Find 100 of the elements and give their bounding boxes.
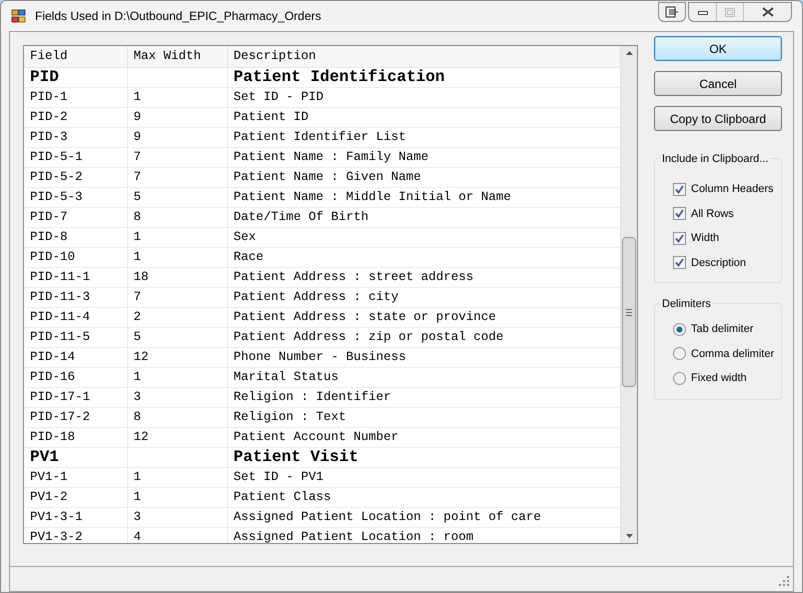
table-cell: PID-16: [24, 367, 127, 387]
table-cell: 3: [127, 387, 227, 407]
table-cell: 9: [127, 107, 227, 127]
table-cell: Patient Address : city: [227, 287, 620, 307]
table-cell: 4: [127, 527, 227, 543]
table-cell: Patient Name : Family Name: [227, 147, 620, 167]
table-cell: Assigned Patient Location : point of care: [227, 507, 620, 527]
table-cell: Patient Address : zip or postal code: [227, 327, 620, 347]
column-header[interactable]: Field: [24, 46, 127, 67]
table-cell: 1: [127, 227, 227, 247]
table-cell: 3: [127, 507, 227, 527]
table-cell: Set ID - PV1: [227, 467, 620, 487]
table-cell: Race: [227, 247, 620, 267]
table-cell: PID-5-2: [24, 167, 127, 187]
checkbox-label[interactable]: Description: [691, 254, 746, 271]
radio-button[interactable]: [673, 372, 686, 385]
table-cell: Set ID - PID: [227, 87, 620, 107]
group-heading-cell: PID: [24, 67, 127, 87]
dialog-button[interactable]: OK: [654, 36, 782, 61]
table-cell: PID-2: [24, 107, 127, 127]
group-title: Include in Clipboard...: [660, 151, 770, 168]
table-cell: PID-17-1: [24, 387, 127, 407]
table-cell: 18: [127, 267, 227, 287]
table-cell: PID-10: [24, 247, 127, 267]
minimize-icon: [698, 9, 708, 15]
scroll-up-icon[interactable]: [626, 51, 632, 55]
column-header[interactable]: Description: [227, 46, 620, 67]
table-cell: Sex: [227, 227, 620, 247]
document-icon: [665, 6, 679, 18]
checkbox[interactable]: [673, 232, 686, 245]
close-icon: [762, 7, 774, 17]
checkbox[interactable]: [673, 207, 686, 220]
radio-label[interactable]: Comma delimiter: [691, 346, 774, 362]
table-cell: 5: [127, 327, 227, 347]
table-cell: 12: [127, 427, 227, 447]
radio-button[interactable]: [673, 347, 686, 360]
table-cell: 7: [127, 287, 227, 307]
table-cell: PV1-3-1: [24, 507, 127, 527]
table-cell: PV1-3-2: [24, 527, 127, 543]
table-cell: PID-18: [24, 427, 127, 447]
table-cell: 1: [127, 467, 227, 487]
table-cell: PID-11-4: [24, 307, 127, 327]
table-cell: Patient ID: [227, 107, 620, 127]
scroll-down-icon[interactable]: [626, 534, 632, 538]
radio-label[interactable]: Fixed width: [691, 370, 747, 386]
context-help-button[interactable]: [658, 2, 686, 22]
table-cell: PID-7: [24, 207, 127, 227]
table-cell: Patient Identifier List: [227, 127, 620, 147]
checkbox-label[interactable]: All Rows: [691, 206, 734, 222]
table-cell: PID-11-1: [24, 267, 127, 287]
table-cell: 8: [127, 407, 227, 427]
table-cell: PID-5-1: [24, 147, 127, 167]
radio-label[interactable]: Tab delimiter: [691, 321, 754, 338]
table-cell: PID-17-2: [24, 407, 127, 427]
table-cell: 5: [127, 187, 227, 207]
table-cell: 7: [127, 167, 227, 187]
checkbox[interactable]: [673, 182, 686, 196]
dialog-button[interactable]: Copy to Clipboard: [654, 106, 782, 131]
table-cell: 8: [127, 207, 227, 227]
table-cell: Patient Name : Given Name: [227, 167, 620, 187]
table-cell: 7: [127, 147, 227, 167]
table-cell: PID-5-3: [24, 187, 127, 207]
table-cell: Patient Address : street address: [227, 267, 620, 287]
table-cell: 1: [127, 367, 227, 387]
table-cell: PID-8: [24, 227, 127, 247]
dialog-button[interactable]: Cancel: [654, 71, 782, 96]
table-cell: Patient Class: [227, 487, 620, 507]
table-cell: Patient Name : Middle Initial or Name: [227, 187, 620, 207]
group-heading-cell: Patient Visit: [227, 447, 620, 467]
table-cell: PID-3: [24, 127, 127, 147]
table-cell: Religion : Text: [227, 407, 620, 427]
group-heading-cell: Patient Identification: [227, 67, 620, 87]
column-header[interactable]: Max Width: [127, 46, 227, 67]
table-cell: PID-14: [24, 347, 127, 367]
resize-grip-icon[interactable]: [779, 576, 789, 586]
table-cell: 2: [127, 307, 227, 327]
checkbox-label[interactable]: Width: [691, 230, 720, 246]
vertical-scrollbar[interactable]: [620, 46, 637, 543]
table-cell: 1: [127, 487, 227, 507]
table-cell: Patient Account Number: [227, 427, 620, 447]
checkbox-label[interactable]: Column Headers: [691, 181, 774, 198]
table-cell: 1: [127, 247, 227, 267]
table-cell: 12: [127, 347, 227, 367]
table-cell: PID-11-3: [24, 287, 127, 307]
table-cell: PV1-1: [24, 467, 127, 487]
scrollbar-thumb[interactable]: [622, 237, 636, 387]
table-cell: 9: [127, 127, 227, 147]
maximize-icon: [725, 8, 735, 16]
radio-button[interactable]: [673, 322, 686, 336]
table-cell: PID-11-5: [24, 327, 127, 347]
checkbox[interactable]: [673, 256, 686, 270]
table-cell: Date/Time Of Birth: [227, 207, 620, 227]
table-cell: 1: [127, 87, 227, 107]
table-cell: PV1-2: [24, 487, 127, 507]
group-heading-cell: PV1: [24, 447, 127, 467]
table-cell: PID-1: [24, 87, 127, 107]
table-cell: Phone Number - Business: [227, 347, 620, 367]
app-icon: [11, 8, 27, 24]
table-cell: Marital Status: [227, 367, 620, 387]
table-cell: Patient Address : state or province: [227, 307, 620, 327]
